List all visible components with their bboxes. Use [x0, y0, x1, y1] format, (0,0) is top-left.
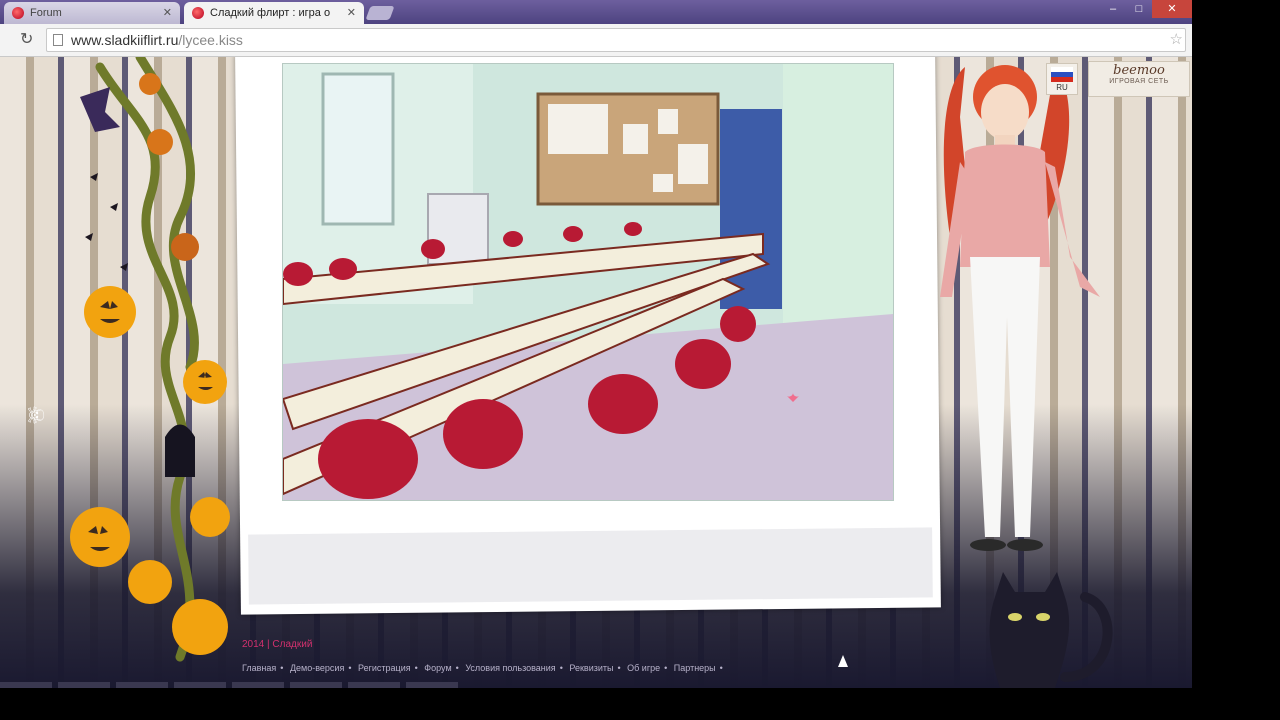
footer-link-home[interactable]: Главная [242, 663, 276, 673]
footer-link-register[interactable]: Регистрация [358, 663, 411, 673]
language-selector[interactable]: RU [1046, 63, 1078, 95]
screen: Forum ✕ Сладкий флирт : игра о ✕ – □ ✕ ↻… [0, 0, 1192, 688]
halloween-vines-decoration [70, 57, 230, 662]
url-host: www.sladkiiflirt.ru [71, 32, 179, 48]
beemoo-tagline: ИГРОВАЯ СЕТЬ [1109, 78, 1169, 85]
footer-link-demo[interactable]: Демо-версия [290, 663, 344, 673]
url-path: /lycee.kiss [178, 32, 243, 48]
beemoo-network-logo[interactable]: beemoo ИГРОВАЯ СЕТЬ [1088, 61, 1190, 97]
footer-link-requisites[interactable]: Реквизиты [569, 663, 613, 673]
separator: • [617, 663, 621, 673]
close-window-button[interactable]: ✕ [1152, 0, 1192, 18]
close-tab-icon[interactable]: ✕ [347, 2, 356, 24]
classroom-scene-image [282, 63, 894, 501]
tab-label: Сладкий флирт : игра о [210, 7, 331, 19]
footer-link-forum[interactable]: Форум [424, 663, 451, 673]
footer-link-partners[interactable]: Партнеры [674, 663, 716, 673]
tab-bar: Forum ✕ Сладкий флирт : игра о ✕ – □ ✕ [0, 0, 1192, 24]
reload-icon[interactable]: ↻ [20, 32, 33, 48]
language-label: RU [1056, 83, 1068, 92]
site-favicon-icon [192, 7, 204, 19]
browser-toolbar: ↻ www.sladkiiflirt.ru/lycee.kiss ☆ [0, 24, 1192, 57]
jack-o-lantern-group [70, 73, 230, 655]
minimize-button[interactable]: – [1100, 0, 1126, 18]
separator: • [414, 663, 418, 673]
separator: • [348, 663, 352, 673]
page-content: ☠ RU beemoo ИГРОВАЯ СЕТЬ 2014 | Сладкий … [0, 57, 1192, 688]
separator: • [559, 663, 563, 673]
page-icon [53, 34, 63, 46]
skull-crossbones-icon: ☠ [22, 405, 48, 425]
tab-forum[interactable]: Forum ✕ [4, 2, 180, 24]
footer-link-terms[interactable]: Условия пользования [465, 663, 555, 673]
address-bar[interactable]: www.sladkiiflirt.ru/lycee.kiss ☆ [46, 28, 1186, 52]
bottom-strip [0, 682, 1192, 688]
mouse-cursor-icon [838, 655, 848, 667]
dialog-area [248, 527, 933, 605]
footer-nav: Главная • Демо-версия • Регистрация • Форум… [242, 663, 727, 673]
bookmark-star-icon[interactable]: ☆ [1170, 29, 1183, 51]
tab-sladkiy-flirt[interactable]: Сладкий флирт : игра о ✕ [184, 2, 364, 24]
separator: • [719, 663, 723, 673]
tab-label: Forum [30, 7, 62, 19]
new-tab-button[interactable] [365, 6, 395, 20]
copyright-text: 2014 | Сладкий [242, 639, 313, 650]
footer-link-about[interactable]: Об игре [627, 663, 660, 673]
separator: • [664, 663, 668, 673]
black-cat-decoration [989, 572, 1113, 688]
window-controls: – □ ✕ [1100, 0, 1192, 20]
close-tab-icon[interactable]: ✕ [163, 2, 172, 24]
russia-flag-icon [1051, 67, 1073, 82]
site-favicon-icon [12, 7, 24, 19]
separator: • [455, 663, 459, 673]
maximize-button[interactable]: □ [1126, 0, 1152, 18]
beemoo-brand: beemoo [1113, 63, 1165, 78]
anime-girl-character [940, 65, 1100, 551]
separator: • [280, 663, 284, 673]
